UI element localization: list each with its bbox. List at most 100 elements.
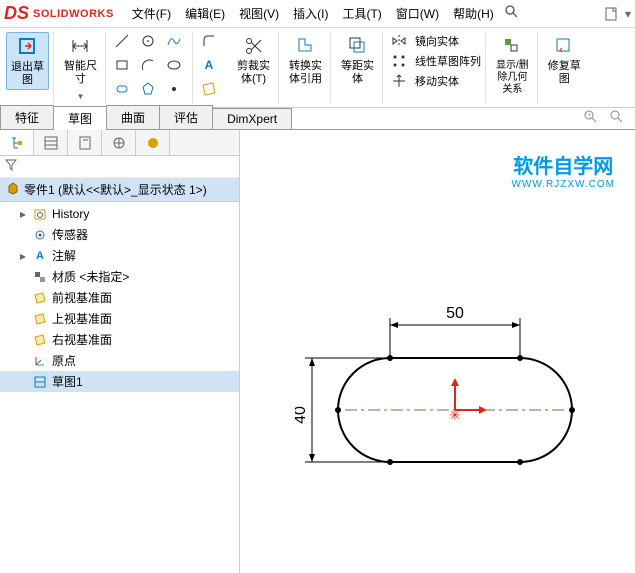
zoom-area-icon[interactable] bbox=[607, 107, 627, 127]
svg-text:+: + bbox=[588, 113, 592, 119]
filter-icon[interactable] bbox=[4, 158, 18, 175]
tree-item-top-plane[interactable]: 上视基准面 bbox=[0, 308, 239, 329]
repair-group: 修复草 图 bbox=[540, 32, 589, 103]
dim-width-value: 50 bbox=[446, 305, 464, 322]
move-icon[interactable] bbox=[389, 72, 409, 90]
dimension-icon bbox=[69, 34, 93, 58]
sketch-tools2-group: A bbox=[195, 32, 227, 103]
feature-tree-tab[interactable] bbox=[0, 130, 34, 155]
text-icon[interactable]: A bbox=[199, 56, 219, 74]
dropdown-icon[interactable]: ▼ bbox=[71, 90, 91, 103]
offset-entities-button[interactable]: 等距实 体 bbox=[337, 32, 378, 88]
watermark: 软件自学网 WWW.RJZXW.COM bbox=[511, 150, 615, 190]
zoom-fit-icon[interactable]: + bbox=[581, 107, 601, 127]
tab-features[interactable]: 特征 bbox=[0, 105, 54, 129]
tree-item-history[interactable]: ▸ History bbox=[0, 204, 239, 224]
exit-sketch-button[interactable]: 退出草 图 bbox=[6, 32, 49, 90]
exit-sketch-group: 退出草 图 bbox=[2, 32, 54, 103]
tab-surfaces[interactable]: 曲面 bbox=[106, 105, 160, 129]
point-icon[interactable] bbox=[164, 80, 184, 98]
expand-icon[interactable]: ▸ bbox=[18, 249, 28, 263]
menu-window[interactable]: 窗口(W) bbox=[390, 2, 445, 25]
dim-height-value: 40 bbox=[295, 406, 309, 424]
sketch-point bbox=[517, 459, 523, 465]
menubar: DS SOLIDWORKS 文件(F) 编辑(E) 视图(V) 插入(I) 工具… bbox=[0, 0, 635, 28]
annotations-icon: A bbox=[32, 248, 48, 264]
panel-tabs bbox=[0, 130, 239, 156]
trim-group: 剪裁实 体(T) bbox=[229, 32, 279, 103]
move-label[interactable]: 移动实体 bbox=[415, 73, 459, 89]
polygon-icon[interactable] bbox=[138, 80, 158, 98]
smart-dim-group: 智能尺 寸 ▼ bbox=[56, 32, 106, 103]
graphics-area[interactable]: 软件自学网 WWW.RJZXW.COM bbox=[240, 130, 635, 573]
display-relations-button[interactable]: 显示/删 除几何 关系 bbox=[492, 32, 533, 98]
tree-item-right-plane[interactable]: 右视基准面 bbox=[0, 329, 239, 350]
mirror-icon[interactable] bbox=[389, 32, 409, 50]
menu-right: ▾ bbox=[601, 4, 631, 24]
trim-button[interactable]: 剪裁实 体(T) bbox=[233, 32, 274, 88]
solidworks-text: SOLIDWORKS bbox=[33, 8, 114, 20]
plane-icon bbox=[32, 332, 48, 348]
dropdown-arrow-icon[interactable]: ▾ bbox=[625, 7, 631, 21]
spline-icon[interactable] bbox=[164, 32, 184, 50]
dimxpert-tab[interactable] bbox=[102, 130, 136, 155]
menu-items: 文件(F) 编辑(E) 视图(V) 插入(I) 工具(T) 窗口(W) 帮助(H… bbox=[126, 2, 522, 25]
mirror-label[interactable]: 镜向实体 bbox=[415, 33, 459, 49]
tab-dimxpert[interactable]: DimXpert bbox=[212, 108, 292, 129]
circle-icon[interactable] bbox=[138, 32, 158, 50]
solidworks-logo: DS SOLIDWORKS bbox=[4, 3, 114, 24]
tree-item-front-plane[interactable]: 前视基准面 bbox=[0, 287, 239, 308]
repair-sketch-button[interactable]: 修复草 图 bbox=[544, 32, 585, 88]
expand-icon[interactable]: ▸ bbox=[18, 207, 28, 221]
dimension-width[interactable]: 50 bbox=[390, 305, 520, 358]
menu-file[interactable]: 文件(F) bbox=[126, 2, 177, 25]
history-icon bbox=[32, 206, 48, 222]
slot-icon[interactable] bbox=[112, 80, 132, 98]
plane-icon[interactable] bbox=[199, 80, 219, 98]
menu-view[interactable]: 视图(V) bbox=[233, 2, 285, 25]
tab-sketch[interactable]: 草图 bbox=[53, 106, 107, 130]
linear-pattern-icon[interactable] bbox=[389, 52, 409, 70]
tree-item-material[interactable]: 材质 <未指定> bbox=[0, 266, 239, 287]
tab-evaluate[interactable]: 评估 bbox=[159, 105, 213, 129]
sketch-point bbox=[335, 407, 341, 413]
menu-tools[interactable]: 工具(T) bbox=[336, 2, 387, 25]
tree-item-sketch1[interactable]: 草图1 bbox=[0, 371, 239, 392]
display-manager-tab[interactable] bbox=[136, 130, 170, 155]
watermark-url: WWW.RJZXW.COM bbox=[511, 179, 615, 190]
convert-entities-button[interactable]: 转换实 体引用 bbox=[285, 32, 326, 88]
tree-item-annotations[interactable]: ▸ A 注解 bbox=[0, 245, 239, 266]
plane-icon bbox=[32, 290, 48, 306]
tree-item-origin[interactable]: 原点 bbox=[0, 350, 239, 371]
arc-icon[interactable] bbox=[138, 56, 158, 74]
offset-group: 等距实 体 bbox=[333, 32, 383, 103]
scissors-icon bbox=[242, 34, 266, 58]
sensors-icon bbox=[32, 227, 48, 243]
sketch-view: ✳ 50 40 bbox=[295, 250, 615, 500]
svg-text:✳: ✳ bbox=[449, 407, 461, 423]
convert-icon bbox=[294, 34, 318, 58]
ellipse-icon[interactable] bbox=[164, 56, 184, 74]
origin-icon bbox=[32, 353, 48, 369]
tree-item-sensors[interactable]: 传感器 bbox=[0, 224, 239, 245]
sketch-icon bbox=[32, 374, 48, 390]
relations-icon bbox=[500, 34, 524, 58]
menu-insert[interactable]: 插入(I) bbox=[287, 2, 334, 25]
linear-pattern-label[interactable]: 线性草图阵列 bbox=[415, 53, 481, 69]
smart-dimension-button[interactable]: 智能尺 寸 bbox=[60, 32, 101, 88]
ribbon-toolbar: 退出草 图 智能尺 寸 ▼ A 剪 bbox=[0, 28, 635, 108]
new-doc-icon[interactable] bbox=[601, 4, 621, 24]
search-icon[interactable] bbox=[502, 2, 522, 22]
repair-icon bbox=[552, 34, 576, 58]
config-manager-tab[interactable] bbox=[68, 130, 102, 155]
feature-tree: ▸ History 传感器 ▸ A 注解 材质 <未指定> bbox=[0, 202, 239, 573]
menu-edit[interactable]: 编辑(E) bbox=[179, 2, 231, 25]
filter-row bbox=[0, 156, 239, 178]
line-icon[interactable] bbox=[112, 32, 132, 50]
tree-root[interactable]: 零件1 (默认<<默认>_显示状态 1>) bbox=[0, 178, 239, 202]
property-manager-tab[interactable] bbox=[34, 130, 68, 155]
menu-help[interactable]: 帮助(H) bbox=[447, 2, 500, 25]
rectangle-icon[interactable] bbox=[112, 56, 132, 74]
fillet-icon[interactable] bbox=[199, 32, 219, 50]
exit-sketch-icon bbox=[16, 35, 40, 59]
